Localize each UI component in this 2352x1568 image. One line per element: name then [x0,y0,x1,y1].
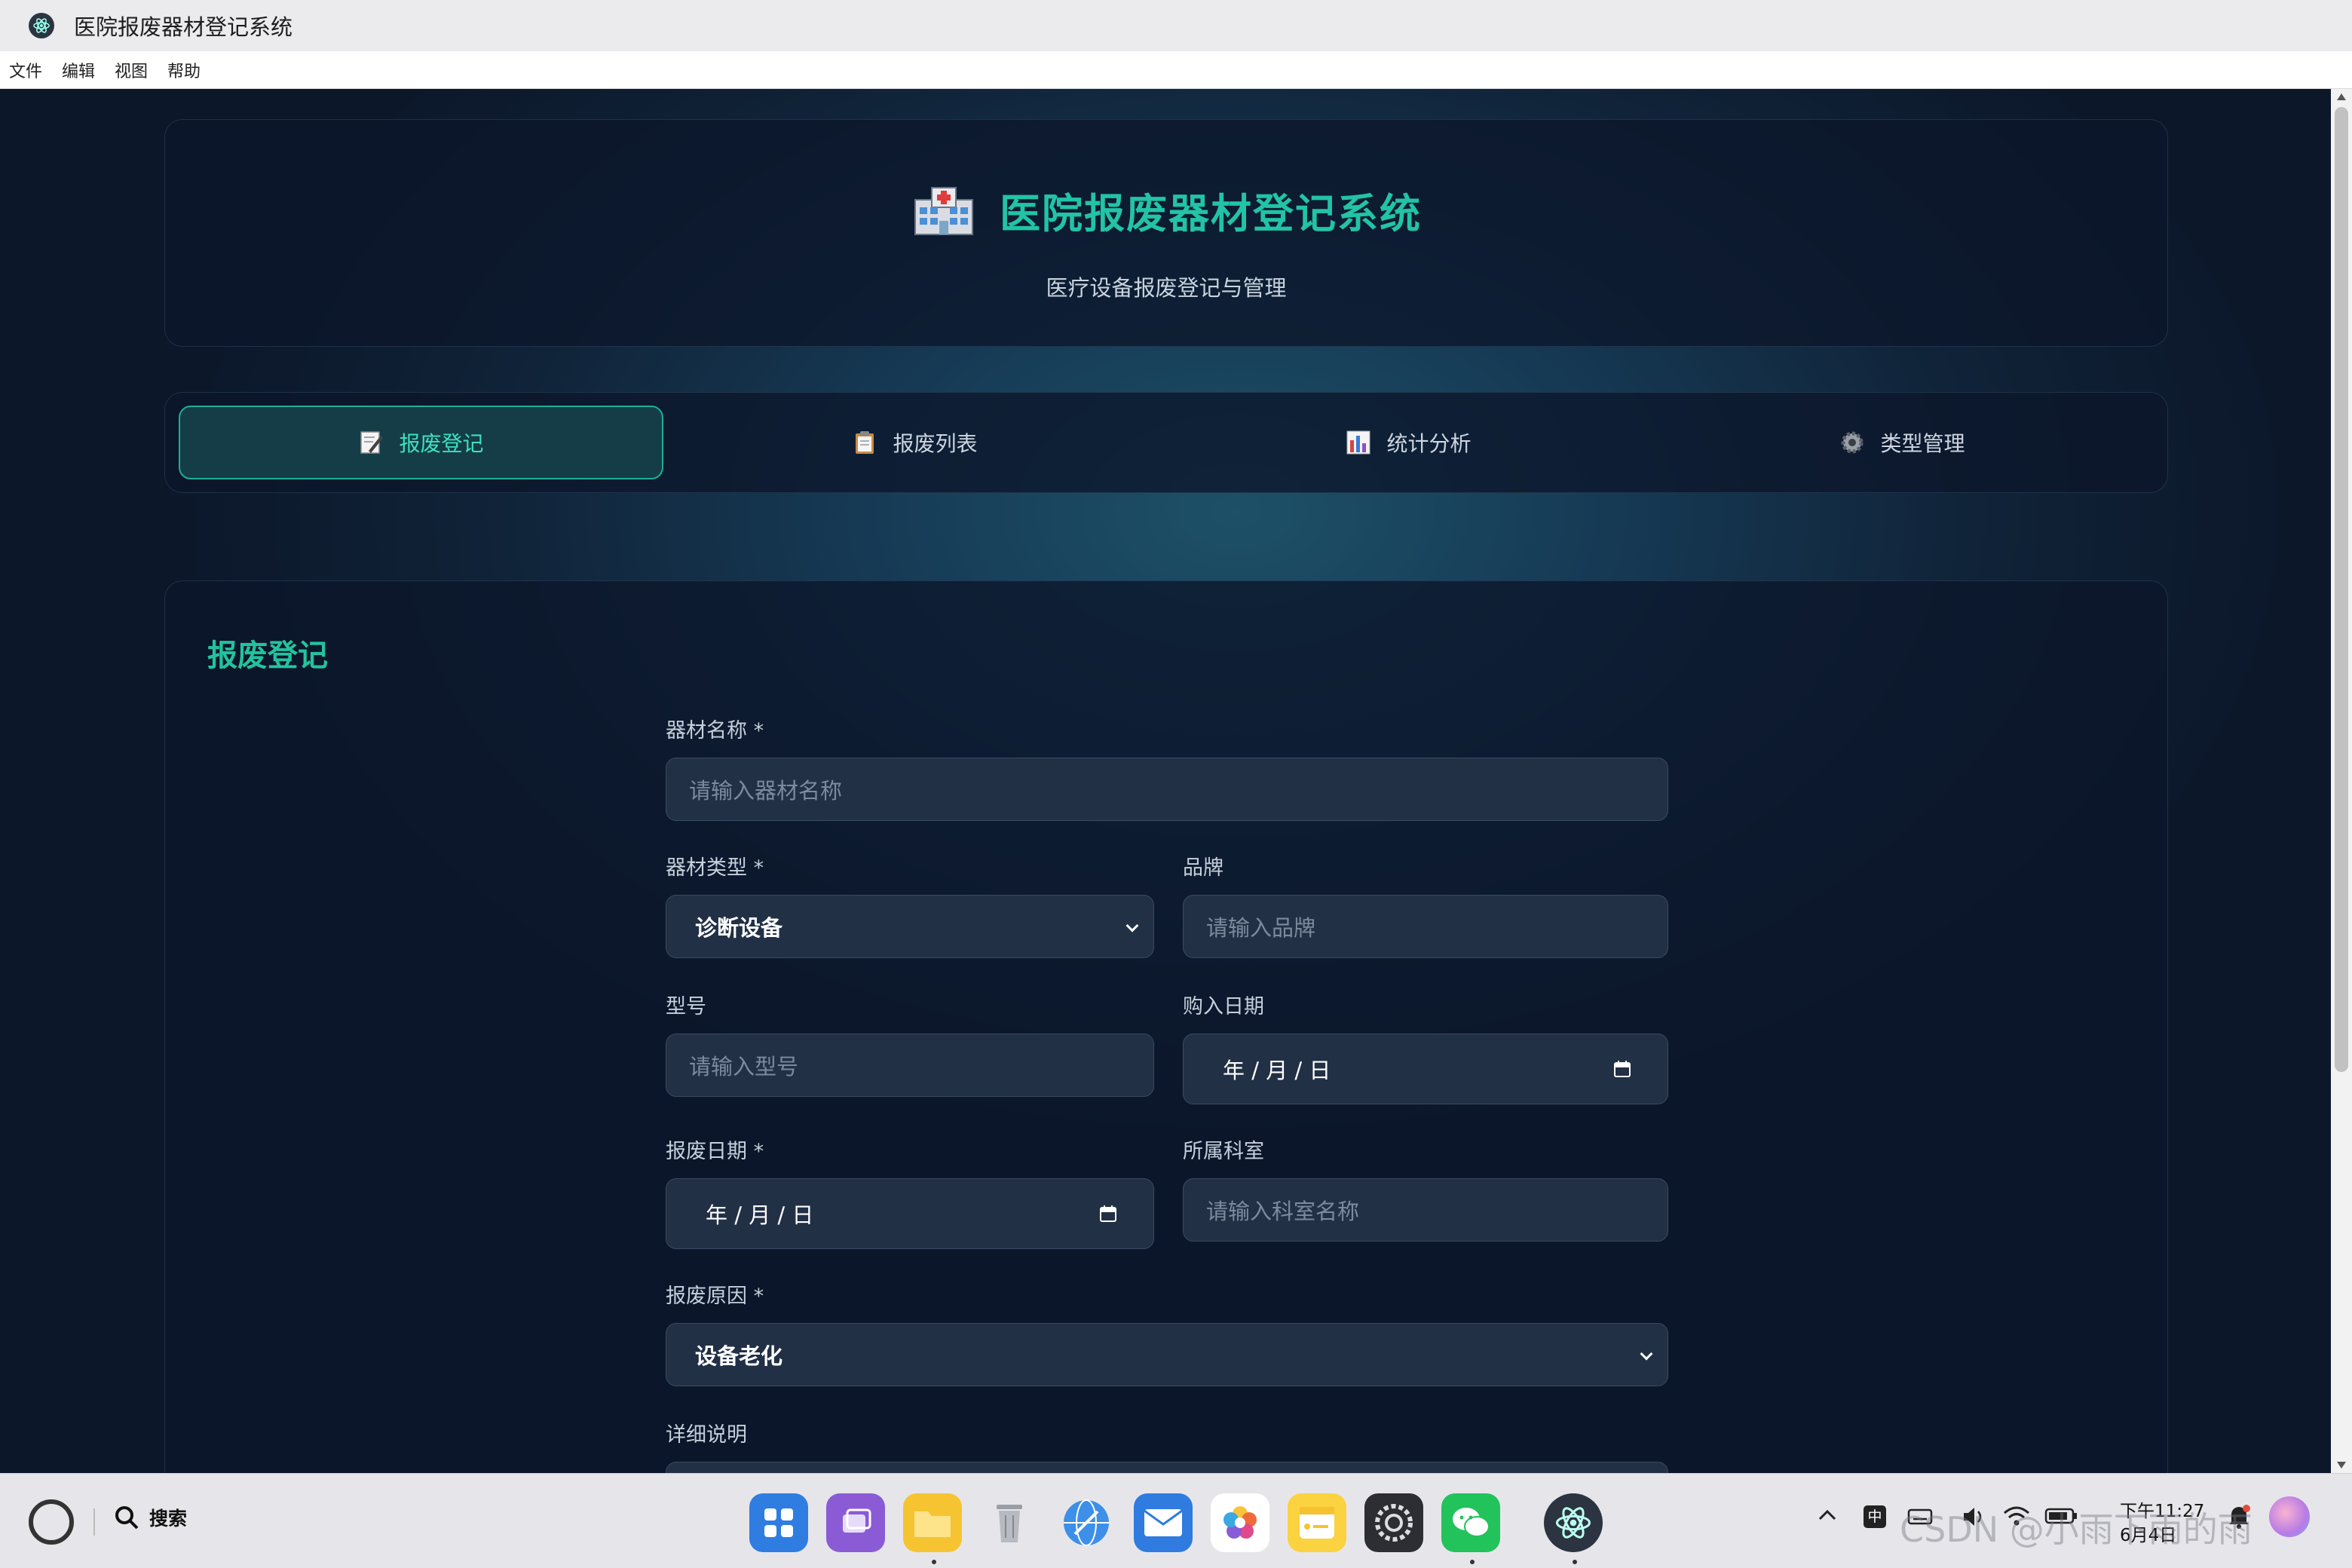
model-input[interactable]: 请输入型号 [666,1034,1154,1097]
purchase-date-label: 购入日期 [1183,995,1264,1018]
browser-app-icon[interactable] [1057,1493,1116,1552]
trash-app-icon[interactable] [980,1493,1039,1552]
calendar-icon[interactable] [1613,1060,1631,1078]
department-label: 所属科室 [1183,1140,1264,1163]
page-subtitle: 医疗设备报废登记与管理 [1046,275,1287,301]
name-label: 器材名称 * [666,719,764,743]
calendar-icon[interactable] [1099,1205,1117,1223]
running-indicator [1573,1560,1577,1564]
electron-taskbar-icon[interactable] [1544,1493,1603,1552]
tab-label: 报废列表 [893,431,978,456]
hero: 医院报废器材登记系统 [165,180,2167,240]
taskbar-search-button[interactable]: 搜索 [113,1504,187,1531]
scroll-down-arrow-icon[interactable] [2337,1462,2346,1468]
chevron-down-icon [1125,919,1139,933]
tray-expand-icon[interactable] [1817,1505,1838,1532]
notes-app-icon[interactable] [1288,1493,1346,1552]
running-indicator [1470,1560,1475,1564]
tab-scrap-register[interactable]: 报废登记 [179,406,663,479]
equipment-type-value: 诊断设备 [695,915,783,941]
clipboard-icon [856,431,874,454]
input-method-indicator[interactable]: 中 [1864,1505,1886,1528]
department-input[interactable]: 请输入科室名称 [1183,1178,1668,1242]
tab-label: 统计分析 [1386,431,1472,456]
bar-chart-icon [1346,430,1370,455]
details-label: 详细说明 [666,1423,747,1447]
nav-tabs: 报废登记 报废列表 统计分析 类型管理 [164,392,2168,493]
reason-label: 报废原因 * [666,1285,764,1308]
photos-app-icon[interactable] [1211,1493,1269,1552]
tab-label: 报废登记 [399,431,484,456]
menu-file[interactable]: 文件 [9,55,42,85]
app-content: 医院报废器材登记系统 医疗设备报废登记与管理 报废登记 报废列表 统计分析 类型… [0,89,2331,1473]
model-placeholder: 请输入型号 [689,1054,799,1080]
gear-icon [1841,431,1864,454]
search-label: 搜索 [149,1508,188,1530]
chevron-down-icon [1640,1347,1653,1361]
tab-type-management[interactable]: 类型管理 [1660,406,2145,479]
scroll-up-arrow-icon[interactable] [2337,93,2346,100]
multitask-app-icon[interactable] [826,1493,885,1552]
tab-statistics[interactable]: 统计分析 [1166,406,1651,479]
scrap-date-label: 报废日期 * [666,1140,764,1163]
window-title: 医院报废器材登记系统 [74,14,293,40]
brand-input[interactable]: 请输入品牌 [1183,895,1668,958]
wechat-app-icon[interactable] [1441,1493,1500,1552]
equipment-type-select[interactable]: 诊断设备 [666,895,1154,958]
page-title: 医院报废器材登记系统 [1000,190,1422,237]
settings-app-icon[interactable] [1364,1493,1423,1552]
vertical-scrollbar[interactable] [2331,89,2352,1473]
menu-bar: 文件 编辑 视图 帮助 [0,51,2352,89]
header-card: 医院报废器材登记系统 医疗设备报废登记与管理 [164,119,2168,347]
equipment-name-placeholder: 请输入器材名称 [689,778,843,804]
scrap-date-value: 年 / 月 / 日 [706,1202,814,1228]
hospital-icon [914,186,973,235]
scrap-reason-select[interactable]: 设备老化 [666,1323,1668,1386]
department-placeholder: 请输入科室名称 [1206,1199,1360,1224]
model-label: 型号 [666,995,706,1018]
menu-help[interactable]: 帮助 [167,55,201,85]
watermark-text: CSDN @小雨下雨的雨 [1900,1509,2252,1550]
scrap-date-input[interactable]: 年 / 月 / 日 [666,1178,1154,1249]
file-manager-app-icon[interactable] [903,1493,962,1552]
memo-icon [360,431,384,454]
menu-view[interactable]: 视图 [115,55,148,85]
scrap-reason-value: 设备老化 [695,1343,783,1369]
tab-label: 类型管理 [1880,431,1965,456]
details-textarea[interactable] [666,1462,1668,1473]
scrap-register-form: 报废登记 器材名称 * 请输入器材名称 器材类型 * 诊断设备 品牌 请输入品牌… [164,580,2168,1473]
tab-scrap-list[interactable]: 报废列表 [672,406,1157,479]
brand-placeholder: 请输入品牌 [1206,915,1316,941]
purchase-date-value: 年 / 月 / 日 [1223,1058,1331,1083]
search-icon [115,1506,139,1530]
mail-app-icon[interactable] [1134,1493,1193,1552]
type-label: 器材类型 * [666,856,764,880]
menu-edit[interactable]: 编辑 [62,55,95,85]
start-button[interactable] [29,1499,74,1545]
taskbar: 搜索 中 下午11:27 6月4日 CSDN @小雨下雨的雨 [0,1473,2352,1568]
purchase-date-input[interactable]: 年 / 月 / 日 [1183,1034,1668,1104]
equipment-name-input[interactable]: 请输入器材名称 [666,758,1668,821]
launcher-app-icon[interactable] [749,1493,808,1552]
scroll-thumb[interactable] [2335,107,2348,1072]
form-title: 报废登记 [207,639,328,673]
brand-label: 品牌 [1183,856,1223,880]
running-indicator [932,1560,936,1564]
assistant-icon[interactable] [2269,1496,2310,1537]
electron-app-icon [29,13,54,38]
taskbar-divider [93,1508,95,1536]
title-bar: 医院报废器材登记系统 [0,0,2352,51]
